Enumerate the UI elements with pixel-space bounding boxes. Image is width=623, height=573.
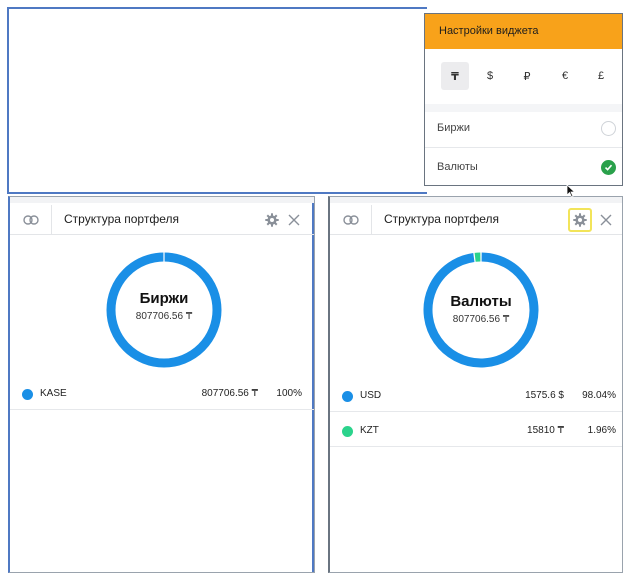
option-currencies[interactable]: Валюты (425, 149, 622, 187)
widget-header: Структура портфеля (330, 205, 622, 235)
settings-button[interactable] (568, 208, 592, 232)
link-button[interactable] (10, 205, 52, 235)
link-icon (342, 215, 359, 225)
close-icon (600, 214, 612, 226)
option-label: Валюты (437, 161, 478, 173)
widget-settings-panel: Настройки виджета ₸ $ ₽ € £ Биржи Валюты (424, 13, 623, 186)
currency-option-usd[interactable]: $ (476, 62, 504, 90)
gear-icon (265, 213, 279, 227)
widget-title: Структура портфеля (384, 212, 499, 226)
currency-option-rub[interactable]: ₽ (513, 62, 541, 90)
donut-total: 807706.56 ₸ (452, 314, 510, 325)
currency-option-eur[interactable]: € (551, 62, 579, 90)
row-code: KZT (360, 425, 379, 436)
donut-title: Валюты (450, 293, 512, 310)
currency-option-kzt[interactable]: ₸ (441, 62, 469, 90)
row-amount: 15810 ₸ (527, 425, 564, 436)
link-icon (22, 215, 39, 225)
close-icon (288, 214, 300, 226)
gear-icon (573, 213, 587, 227)
option-exchanges[interactable]: Биржи (425, 110, 622, 148)
check-circle-icon[interactable] (601, 160, 616, 175)
widget-top-strip (330, 197, 622, 203)
currency-selector: ₸ $ ₽ € £ (425, 60, 622, 96)
option-label: Биржи (437, 122, 470, 134)
settings-title: Настройки виджета (439, 25, 539, 37)
radio-unchecked-icon[interactable] (601, 121, 616, 136)
donut-label: Биржи 807706.56 ₸ (104, 290, 224, 322)
row-percent: 98.04% (582, 390, 616, 401)
donut-gap-mark (163, 252, 165, 262)
mouse-cursor-icon (566, 184, 576, 198)
row-percent: 100% (276, 388, 302, 399)
legend-dot (342, 391, 353, 402)
close-button[interactable] (284, 208, 304, 232)
widget-header: Структура портфеля (10, 205, 314, 235)
background-frame (7, 7, 427, 194)
portfolio-widget-exchanges: Структура портфеля Биржи 807706.56 ₸ KAS… (8, 196, 315, 573)
legend-dot (342, 426, 353, 437)
widget-top-strip (10, 197, 314, 203)
currency-option-gbp[interactable]: £ (587, 62, 615, 90)
row-percent: 1.96% (587, 425, 616, 436)
row-code: USD (360, 390, 382, 401)
row-amount: 807706.56 ₸ (201, 388, 258, 399)
donut-label: Валюты 807706.56 ₸ (421, 293, 541, 325)
widget-title: Структура портфеля (64, 212, 179, 226)
list-item: USD 1575.6 $ 98.04% (330, 382, 622, 412)
legend-dot (22, 389, 33, 400)
settings-header: Настройки виджета (425, 14, 622, 49)
list-item: KZT 15810 ₸ 1.96% (330, 417, 622, 447)
row-amount: 1575.6 $ (525, 390, 564, 401)
list-item: KASE 807706.56 ₸ 100% (10, 380, 314, 410)
link-button[interactable] (330, 205, 372, 235)
close-button[interactable] (596, 208, 616, 232)
portfolio-widget-currencies: Структура портфеля Валюты 807706.56 ₸ US… (328, 196, 623, 573)
donut-total: 807706.56 ₸ (135, 311, 193, 322)
row-code: KASE (40, 388, 67, 399)
donut-title: Биржи (139, 290, 189, 307)
settings-button[interactable] (260, 208, 284, 232)
